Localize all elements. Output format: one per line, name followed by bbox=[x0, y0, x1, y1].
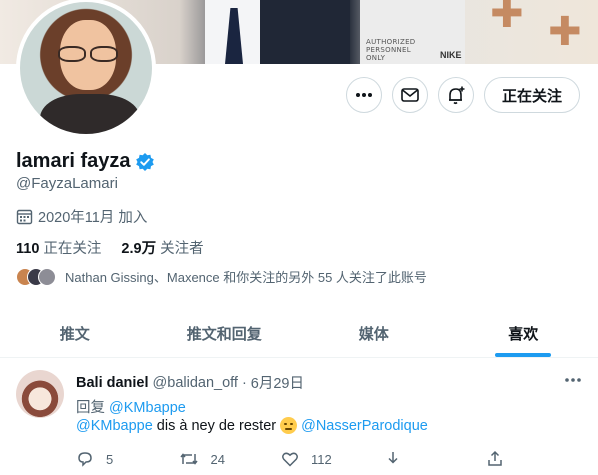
tab-tweets[interactable]: 推文 bbox=[0, 310, 150, 357]
like-count: 112 bbox=[311, 451, 332, 467]
profile-avatar[interactable] bbox=[16, 0, 156, 138]
message-button[interactable] bbox=[391, 77, 428, 113]
download-icon bbox=[387, 452, 398, 464]
profile-tabs: 推文 推文和回复 媒体 喜欢 bbox=[0, 310, 598, 358]
following-count: 110 bbox=[16, 241, 40, 257]
profile-name-row: lamari fayza bbox=[16, 150, 155, 173]
tweet-actions: 5 24 112 bbox=[76, 450, 506, 468]
reply-prefix: 回复 bbox=[76, 400, 105, 416]
tab-tweets-replies[interactable]: 推文和回复 bbox=[150, 310, 300, 357]
banner-pattern-cross: ✚ bbox=[548, 10, 582, 54]
more-icon bbox=[565, 378, 581, 382]
more-button[interactable] bbox=[345, 77, 382, 113]
bookmark-button[interactable] bbox=[384, 450, 444, 468]
profile-handle: @FayzaLamari bbox=[16, 175, 118, 192]
retweet-button[interactable]: 24 bbox=[179, 450, 239, 468]
calendar-icon bbox=[16, 209, 33, 225]
banner-suit bbox=[260, 0, 350, 64]
bell-plus-icon bbox=[448, 86, 465, 105]
tab-label: 推文 bbox=[59, 326, 90, 343]
tab-label: 喜欢 bbox=[508, 326, 539, 343]
share-button[interactable] bbox=[486, 450, 506, 468]
mention-link[interactable]: @KMbappe bbox=[76, 418, 153, 434]
banner-hoodie-text: AUTHORIZED PERSONNEL ONLY bbox=[366, 38, 416, 62]
profile-actions: 正在关注 bbox=[345, 77, 580, 113]
tweet-separator: · bbox=[241, 374, 247, 391]
profile-name: lamari fayza bbox=[16, 150, 131, 172]
tweet-author-name[interactable]: Bali daniel bbox=[76, 375, 149, 391]
retweet-count: 24 bbox=[210, 451, 225, 467]
profile-joined: 2020年11月 加入 bbox=[16, 206, 147, 227]
tab-media[interactable]: 媒体 bbox=[299, 310, 449, 357]
heart-icon bbox=[282, 452, 298, 467]
tweet-body: dis à ney de rester bbox=[156, 417, 277, 434]
mutual-followers[interactable]: Nathan Gissing、Maxence 和你关注的另外 55 人关注了此账… bbox=[16, 267, 427, 286]
mutual-avatars bbox=[16, 267, 56, 286]
reply-icon bbox=[78, 452, 92, 467]
banner-brand-text: NIKE bbox=[440, 50, 462, 60]
tweet-date[interactable]: 6月29日 bbox=[251, 372, 304, 393]
verified-badge-icon bbox=[135, 152, 154, 171]
mention-link[interactable]: @NasserParodique bbox=[301, 418, 428, 434]
followers-count: 2.9万 bbox=[121, 241, 157, 257]
following-label: 正在关注 bbox=[43, 241, 102, 257]
reply-to-link[interactable]: @KMbappe bbox=[109, 400, 186, 416]
following-button[interactable]: 正在关注 bbox=[483, 77, 580, 113]
more-icon bbox=[355, 93, 372, 97]
avatar-glasses bbox=[54, 46, 124, 62]
notify-button[interactable] bbox=[437, 77, 474, 113]
tweet-author-avatar[interactable] bbox=[16, 370, 64, 418]
tab-label: 媒体 bbox=[358, 326, 389, 343]
profile-stats: 110 正在关注 2.9万 关注者 bbox=[16, 237, 204, 258]
pleading-face-emoji-icon bbox=[280, 417, 298, 434]
tweet-reply-context: 回复 @KMbappe bbox=[76, 396, 186, 417]
avatar-body bbox=[40, 94, 140, 134]
followers-count-link[interactable]: 2.9万 关注者 bbox=[121, 237, 203, 258]
envelope-icon bbox=[401, 88, 419, 102]
active-tab-indicator bbox=[495, 353, 552, 357]
tweet-author-handle[interactable]: @balidan_off bbox=[153, 375, 238, 391]
like-button[interactable]: 112 bbox=[281, 450, 341, 468]
mutual-avatar bbox=[38, 267, 56, 286]
share-icon bbox=[488, 450, 502, 466]
tab-label: 推文和回复 bbox=[186, 326, 262, 343]
mutual-followers-text: Nathan Gissing、Maxence 和你关注的另外 55 人关注了此账… bbox=[65, 270, 427, 285]
tweet-text: @KMbappe dis à ney de rester @NasserParo… bbox=[76, 417, 428, 434]
banner-pattern-cross: ✚ bbox=[490, 0, 524, 36]
reply-count: 5 bbox=[106, 451, 114, 467]
retweet-icon bbox=[179, 453, 198, 465]
followers-label: 关注者 bbox=[160, 241, 204, 257]
tweet-item[interactable]: Bali daniel @balidan_off · 6月29日 回复 @KMb… bbox=[0, 359, 598, 475]
tweet-header: Bali daniel @balidan_off · 6月29日 bbox=[76, 372, 304, 393]
joined-date-text: 2020年11月 加入 bbox=[38, 210, 148, 226]
tweet-more-button[interactable] bbox=[564, 371, 582, 394]
reply-button[interactable]: 5 bbox=[76, 450, 136, 468]
following-count-link[interactable]: 110 正在关注 bbox=[16, 237, 101, 258]
tab-likes[interactable]: 喜欢 bbox=[449, 310, 598, 357]
